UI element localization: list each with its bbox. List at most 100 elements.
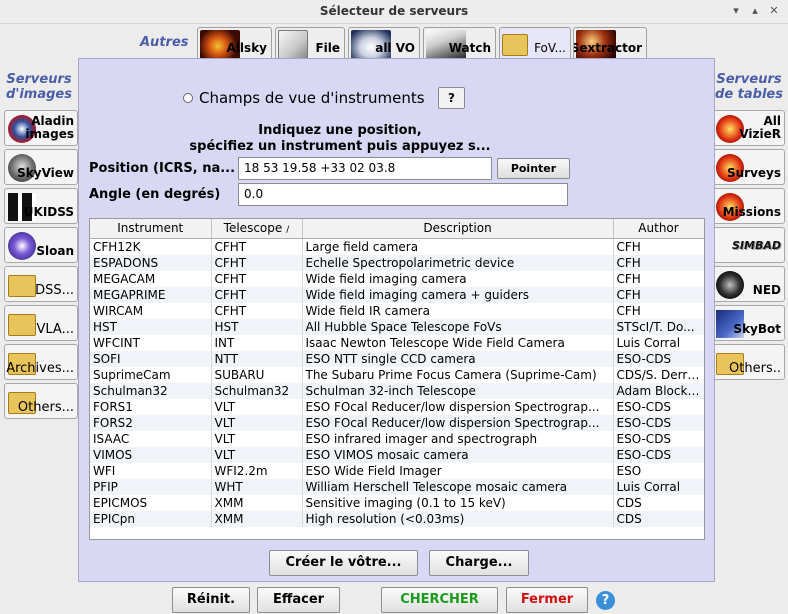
table-cell: CDS (613, 510, 704, 527)
fov-help-button[interactable]: ? (438, 87, 465, 109)
server-simbad[interactable]: SIMBAD (712, 227, 785, 263)
close-icon[interactable]: ✕ (766, 3, 782, 19)
load-fov-button[interactable]: Charge... (429, 550, 529, 576)
server-ned[interactable]: NED (712, 266, 785, 302)
table-cell: Schulman 32-inch Telescope (302, 382, 614, 399)
table-row[interactable]: HST HST All Hubble Space Telescope FoVs STS… (90, 318, 704, 335)
tab-sextractor[interactable]: Sextractor (573, 27, 647, 59)
table-cell: MEGAPRIME (90, 286, 212, 303)
table-cell: SUBARU (211, 366, 303, 383)
folder-icon (502, 34, 528, 56)
table-row[interactable]: WIRCAM CFHT Wide field IR camera CFH (90, 302, 704, 319)
table-cell: CFHT (211, 286, 303, 303)
table-cell: Sensitive imaging (0.1 to 15 keV) (302, 494, 614, 511)
table-cell: Wide field imaging camera + guiders (302, 286, 614, 303)
table-cell: ESO-CDS (613, 446, 704, 463)
table-cell: VLT (211, 414, 303, 431)
table-cell: VLT (211, 398, 303, 415)
fov-mode-radio[interactable] (183, 93, 193, 103)
reset-button[interactable]: Réinit. (172, 587, 250, 613)
server-others-images[interactable]: Others... (4, 383, 78, 419)
table-cell: SuprimeCam (90, 366, 212, 383)
table-cell: Luis Corral (613, 478, 704, 495)
sloan-icon (8, 232, 36, 260)
tab-file[interactable]: File (275, 27, 345, 59)
table-row[interactable]: FORS2 VLT ESO FOcal Reducer/low dispersion… (90, 414, 704, 431)
server-skybot[interactable]: SkyBot (712, 305, 785, 341)
create-fov-button[interactable]: Créer le vôtre... (269, 550, 418, 576)
angle-input[interactable]: 0.0 (238, 183, 568, 206)
table-cell: EPICMOS (90, 494, 212, 511)
pointer-button[interactable]: Pointer (497, 158, 570, 179)
table-row[interactable]: SuprimeCam SUBARU The Subaru Prime Focus C… (90, 366, 704, 383)
table-cell: MEGACAM (90, 270, 212, 287)
server-archives[interactable]: Archives... (4, 344, 78, 380)
folder-icon (8, 314, 36, 336)
file-icon (278, 30, 308, 59)
table-cell: CFH12K (90, 238, 212, 255)
server-sloan[interactable]: Sloan (4, 227, 78, 263)
table-row[interactable]: ISAAC VLT ESO infrared imager and spectrog… (90, 430, 704, 447)
table-row[interactable]: EPICpn XMM High resolution (<0.03ms) CDS (90, 510, 704, 527)
table-cell: STScI/T. Do... (613, 318, 704, 335)
table-cell: CDS/S. Derri... (613, 366, 704, 383)
table-cell: WHT (211, 478, 303, 495)
table-row[interactable]: SOFI NTT ESO NTT single CCD camera ESO-CDS (90, 350, 704, 367)
clear-button[interactable]: Effacer (257, 587, 340, 613)
table-cell: CFHT (211, 238, 303, 255)
table-row[interactable]: EPICMOS XMM Sensitive imaging (0.1 to 15 k… (90, 494, 704, 511)
maximize-icon[interactable]: ▴ (747, 3, 763, 19)
table-cell: ISAAC (90, 430, 212, 447)
position-input[interactable]: 18 53 19.58 +33 02 03.8 (238, 157, 492, 180)
tab-allsky[interactable]: Allsky (197, 27, 272, 59)
tab-watch[interactable]: Watch (423, 27, 496, 59)
column-header-telescope[interactable]: Telescope / (211, 219, 303, 239)
table-row[interactable]: PFIP WHT William Herschell Telescope mosai… (90, 478, 704, 495)
server-vla[interactable]: VLA... (4, 305, 78, 341)
table-cell: INT (211, 334, 303, 351)
table-row[interactable]: FORS1 VLT ESO FOcal Reducer/low dispersion… (90, 398, 704, 415)
server-others-tables[interactable]: Others.. (712, 344, 785, 380)
column-header-description[interactable]: Description (302, 219, 614, 239)
server-surveys[interactable]: Surveys (712, 149, 785, 185)
server-skyview[interactable]: SkyView (4, 149, 78, 185)
table-cell: ESO-CDS (613, 350, 704, 367)
table-cell: EPICpn (90, 510, 212, 527)
server-missions[interactable]: Missions (712, 188, 785, 224)
table-cell: William Herschell Telescope mosaic camer… (302, 478, 614, 495)
table-row[interactable]: WFCINT INT Isaac Newton Telescope Wide Fie… (90, 334, 704, 351)
table-cell: CFHT (211, 270, 303, 287)
instruction-line-1: Indiquez une position, (258, 123, 422, 138)
table-row[interactable]: MEGAPRIME CFHT Wide field imaging camera +… (90, 286, 704, 303)
table-cell: XMM (211, 494, 303, 511)
table-cell: ESO VIMOS mosaic camera (302, 446, 614, 463)
minimize-icon[interactable]: ▾ (728, 3, 744, 19)
help-icon[interactable]: ? (596, 591, 615, 610)
table-row[interactable]: VIMOS VLT ESO VIMOS mosaic camera ESO-CDS (90, 446, 704, 463)
column-header-instrument[interactable]: Instrument (90, 219, 212, 239)
tab-all-vo[interactable]: all VO (348, 27, 420, 59)
table-cell: SOFI (90, 350, 212, 367)
table-row[interactable]: ESPADONS CFHT Echelle Spectropolarimetric … (90, 254, 704, 271)
autres-label: Autres (140, 35, 189, 50)
tab-fov[interactable]: FoV... (499, 27, 571, 59)
table-cell: ESO FOcal Reducer/low dispersion Spectro… (302, 398, 614, 415)
server-dss[interactable]: DSS... (4, 266, 78, 302)
table-cell: ESO-CDS (613, 430, 704, 447)
table-servers-title: Serveurs de tables (715, 72, 783, 102)
close-button[interactable]: Fermer (506, 587, 588, 613)
column-header-author[interactable]: Author (613, 219, 704, 239)
table-row[interactable]: WFI WFI2.2m ESO Wide Field Imager ESO (90, 462, 704, 479)
table-row[interactable]: CFH12K CFHT Large field camera CFH (90, 238, 704, 255)
table-cell: ESO-CDS (613, 414, 704, 431)
server-all-vizier[interactable]: All VizieR (712, 110, 785, 146)
search-button[interactable]: CHERCHER (381, 587, 498, 613)
table-row[interactable]: Schulman32 Schulman32 Schulman 32-inch Tel… (90, 382, 704, 399)
server-aladin-images[interactable]: Aladin images (4, 110, 78, 146)
table-cell: Schulman32 (211, 382, 303, 399)
table-row[interactable]: MEGACAM CFHT Wide field imaging camera CFH (90, 270, 704, 287)
table-cell: ESO-CDS (613, 398, 704, 415)
table-cell: HST (211, 318, 303, 335)
server-ukidss[interactable]: UKIDSS (4, 188, 78, 224)
table-cell: Echelle Spectropolarimetric device (302, 254, 614, 271)
